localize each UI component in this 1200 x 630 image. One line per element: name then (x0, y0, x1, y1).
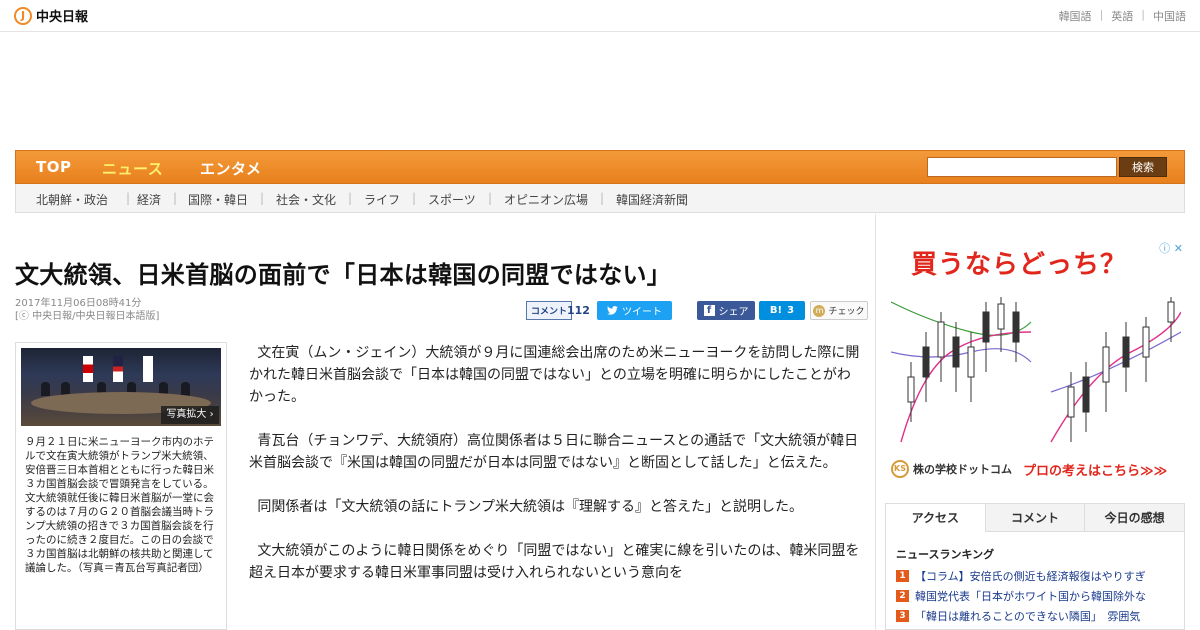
hatena-bookmark-button[interactable]: B! 3 (759, 301, 805, 320)
flag-icon (143, 356, 153, 382)
article-title: 文大統領、日米首脳の面前で「日本は韓国の同盟ではない」 (15, 261, 672, 289)
subnav-item-hankyung[interactable]: 韓国経済新聞 (616, 191, 688, 208)
check-label: チェック (828, 307, 865, 317)
separator: | (488, 191, 493, 205)
comment-button[interactable]: コメント (526, 301, 573, 320)
ranking-widget: アクセス コメント 今日の感想 ニュースランキング 1 【コラム】安倍氏の側近も… (885, 503, 1185, 630)
top-bar: J 中央日報 韓国語 | 英語 | 中国語 (0, 0, 1200, 32)
column-divider (875, 214, 876, 630)
search-button[interactable]: 検索 (1119, 157, 1167, 177)
person-silhouette (181, 382, 190, 396)
ranking-title: ニュースランキング (896, 548, 995, 561)
subnav-item-sports[interactable]: スポーツ (428, 191, 476, 208)
lang-link-korean[interactable]: 韓国語 (1059, 8, 1092, 24)
ranking-item[interactable]: 3 「韓日は離れることのできない隣国」 雰囲気 (896, 608, 1184, 624)
advertisement-banner[interactable]: 買うならどっち？ ⓘ ✕ KS 株の学校ドットコム プロの考えはこちら≫≫ (885, 236, 1185, 486)
article-paragraph: 文大統領がこのように韓日関係をめぐり「同盟ではない」と確実に線を引いたのは、韓米… (249, 543, 860, 581)
separator: | (173, 191, 178, 205)
article-photo[interactable]: 写真拡大 › (21, 348, 221, 426)
ranking-item[interactable]: 1 【コラム】安倍氏の側近も経済報復はやりすぎ (896, 568, 1184, 584)
nav-entertainment[interactable]: エンタメ (200, 158, 262, 179)
separator: | (260, 191, 265, 205)
logo-text: 中央日報 (36, 10, 89, 25)
separator: | (1141, 8, 1145, 21)
tweet-label: ツイート (622, 307, 662, 318)
comment-label: コメント (531, 307, 568, 317)
article-paragraph: 同関係者は「文大統領の話にトランプ米大統領は『理解する』と答えた」と説明した。 (257, 499, 803, 515)
sub-nav: 北朝鮮・政治 | 経済 | 国際・韓日 | 社会・文化 | ライフ | スポーツ… (15, 184, 1185, 213)
nav-news[interactable]: ニュース (102, 158, 163, 179)
facebook-icon: f (703, 305, 715, 316)
stock-chart-graphic (891, 297, 1181, 443)
subnav-item-life[interactable]: ライフ (364, 191, 400, 208)
ad-footer: KS 株の学校ドットコム プロの考えはこちら≫≫ (891, 458, 1181, 482)
rank-number-badge: 1 (896, 570, 909, 582)
ad-advertiser-name: 株の学校ドットコム (913, 463, 1012, 476)
ad-headline: 買うならどっち？ (911, 250, 1128, 280)
language-links: 韓国語 | 英語 | 中国語 (1059, 8, 1186, 24)
article-source: [ⓒ 中央日報/中央日報日本語版] (15, 311, 160, 322)
rank-number-badge: 3 (896, 610, 909, 622)
article-paragraph: 文在寅（ムン・ジェイン）大統領が９月に国連総会出席のため米ニューヨークを訪問した… (249, 345, 860, 405)
subnav-item-opinion[interactable]: オピニオン広場 (504, 191, 588, 208)
tab-comment[interactable]: コメント (984, 504, 1085, 532)
share-label: シェア (718, 307, 749, 318)
subnav-item-international[interactable]: 国際・韓日 (188, 191, 248, 208)
separator: | (348, 191, 353, 205)
hatena-count: 3 (787, 305, 795, 316)
main-nav: TOP ニュース エンタメ 検索 (15, 150, 1185, 184)
search-input[interactable] (927, 157, 1117, 177)
article-date: 2017年11月06日08時41分 (15, 298, 142, 309)
rank-number-badge: 2 (896, 590, 909, 602)
mixi-check-button[interactable]: m チェック (810, 301, 868, 320)
ranking-item[interactable]: 2 韓国党代表「日本がホワイト国から韓国除外な (896, 588, 1184, 604)
subnav-item-economy[interactable]: 経済 (137, 191, 161, 208)
separator: | (1099, 8, 1104, 21)
subnav-item-society[interactable]: 社会・文化 (276, 191, 336, 208)
separator: | (600, 191, 605, 205)
kabu-school-logo-icon: KS (891, 460, 909, 478)
ranking-item-text: 韓国党代表「日本がホワイト国から韓国除外な (915, 590, 1146, 603)
person-silhouette (41, 382, 50, 396)
tab-today-impressions[interactable]: 今日の感想 (1084, 504, 1185, 532)
flag-icon (83, 356, 93, 382)
ad-cta-link[interactable]: プロの考えはこちら≫≫ (1023, 460, 1167, 479)
logo-icon: J (14, 6, 32, 25)
enlarge-label: 写真拡大 (166, 409, 207, 420)
article-body: 文在寅（ムン・ジェイン）大統領が９月に国連総会出席のため米ニューヨークを訪問した… (249, 342, 861, 606)
subnav-item-politics[interactable]: 北朝鮮・政治 (36, 191, 108, 208)
flag-icon (113, 356, 123, 382)
lang-link-chinese[interactable]: 中国語 (1153, 8, 1186, 24)
photo-box: 写真拡大 › ９月２１日に米ニューヨーク市内のホテルで文在寅大統領がトランプ米大… (15, 342, 227, 630)
ranking-item-text: 【コラム】安倍氏の側近も経済報復はやりすぎ (915, 570, 1146, 583)
ranking-item-text: 「韓日は離れることのできない隣国」 雰囲気 (915, 610, 1141, 623)
separator: | (412, 191, 417, 205)
twitter-bird-icon (607, 306, 618, 315)
ad-advertiser: KS 株の学校ドットコム (891, 460, 1012, 478)
chevron-right-icon: › (209, 409, 214, 420)
tab-access[interactable]: アクセス (886, 504, 985, 532)
separator: | (126, 191, 131, 205)
ranking-tabs: アクセス コメント 今日の感想 (886, 504, 1185, 532)
lang-link-english[interactable]: 英語 (1111, 8, 1133, 24)
comment-count[interactable]: 112 (567, 301, 590, 320)
facebook-share-button[interactable]: f シェア (697, 301, 755, 320)
article-paragraph: 青瓦台（チョンワデ、大統領府）高位関係者は５日に聯合ニュースとの通話で「文大統領… (249, 433, 859, 471)
enlarge-photo-button[interactable]: 写真拡大 › (161, 406, 219, 424)
nav-top[interactable]: TOP (36, 158, 71, 176)
hatena-icon: B! (769, 305, 783, 316)
ad-info-icon[interactable]: ⓘ ✕ (1159, 240, 1183, 256)
tweet-button[interactable]: ツイート (597, 301, 672, 320)
mixi-icon: m (813, 304, 826, 317)
article-meta: 2017年11月06日08時41分 [ⓒ 中央日報/中央日報日本語版] (15, 297, 159, 323)
site-logo[interactable]: J 中央日報 (14, 6, 88, 25)
photo-caption: ９月２１日に米ニューヨーク市内のホテルで文在寅大統領がトランプ米大統領、安倍晋三… (25, 436, 214, 574)
